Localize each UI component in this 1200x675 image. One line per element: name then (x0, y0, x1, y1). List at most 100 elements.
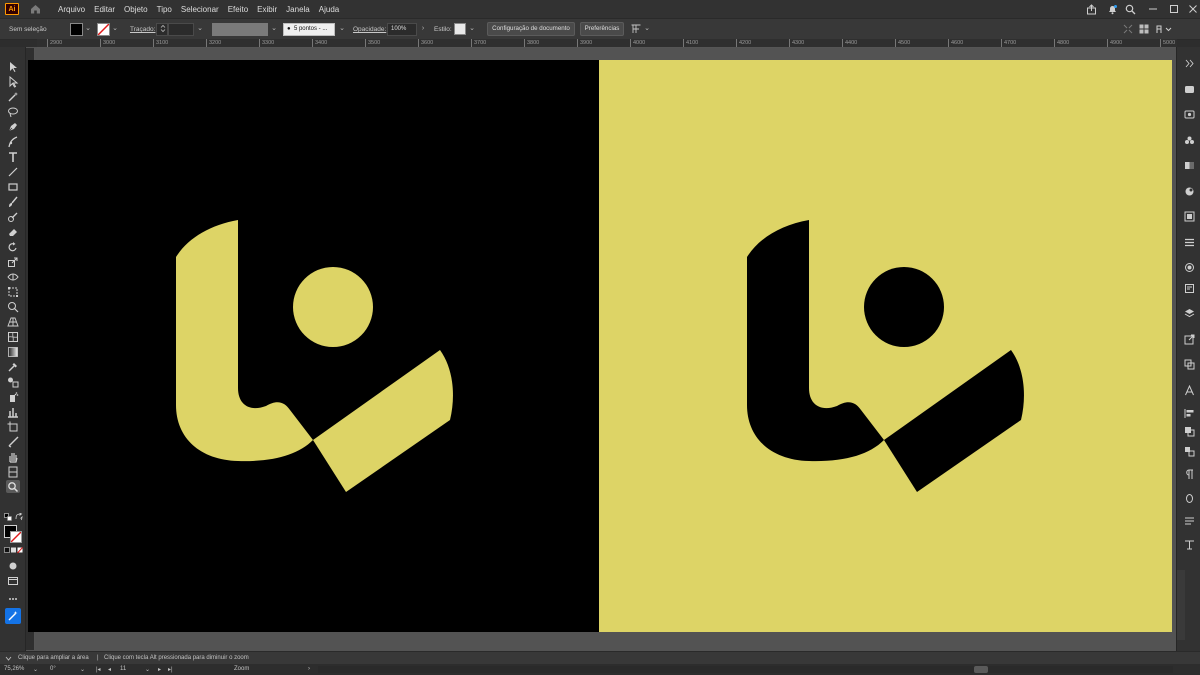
transparency-panel-icon[interactable] (1183, 261, 1195, 273)
stroke-weight-chevron-down-icon[interactable]: ⌄ (196, 24, 204, 34)
color-mode-icons[interactable] (4, 547, 24, 554)
artboard-chevron-down-icon[interactable]: ⌄ (145, 666, 150, 673)
vertical-scrollbar[interactable] (1177, 570, 1185, 640)
horizontal-scrollbar[interactable] (318, 666, 1173, 673)
fill-swatch[interactable] (70, 23, 83, 36)
magic-wand-tool-icon[interactable] (6, 90, 20, 103)
variable-width-profile[interactable] (212, 23, 268, 36)
menu-editar[interactable]: Editar (94, 5, 115, 14)
scale-tool-icon[interactable] (6, 255, 20, 268)
curvature-tool-icon[interactable] (6, 135, 20, 148)
stroke-panel-icon[interactable] (1183, 236, 1195, 248)
minimize-icon[interactable] (1146, 2, 1160, 16)
preferences-button[interactable]: Preferências (580, 22, 624, 36)
edit-toolbar-icon[interactable] (6, 592, 20, 605)
gradient-panel-icon[interactable] (1183, 159, 1195, 171)
stroke-chevron-down-icon[interactable]: ⌄ (111, 24, 119, 34)
mesh-tool-icon[interactable] (6, 330, 20, 343)
profile-chevron-down-icon[interactable]: ⌄ (270, 24, 278, 34)
line-segment-tool-icon[interactable] (6, 165, 20, 178)
arrange-chevron-down-icon[interactable]: ⌄ (643, 24, 651, 34)
export-panel-icon[interactable] (1183, 333, 1195, 345)
horizontal-scroll-thumb[interactable] (974, 666, 988, 673)
selection-tool-icon[interactable] (6, 60, 20, 73)
opentype-panel-icon[interactable] (1183, 492, 1195, 504)
toolbar-grip[interactable] (2, 41, 24, 45)
style-chevron-down-icon[interactable]: ⌄ (468, 24, 476, 34)
menu-arquivo[interactable]: Arquivo (58, 5, 85, 14)
stroke-weight-stepper[interactable] (156, 23, 168, 36)
workspace-switcher-icon[interactable] (1156, 24, 1174, 35)
menu-objeto[interactable]: Objeto (124, 5, 148, 14)
first-artboard-icon[interactable]: |◂ (96, 666, 101, 673)
horizontal-ruler[interactable]: 2900 3000 3100 3200 3300 3400 3500 3600 … (37, 39, 1177, 48)
menu-selecionar[interactable]: Selecionar (181, 5, 219, 14)
stroke-label[interactable]: Traçado: (130, 26, 155, 33)
default-colors-icon[interactable] (4, 513, 12, 521)
gradient-tool-icon[interactable] (6, 345, 20, 358)
swap-colors-icon[interactable] (15, 512, 23, 521)
rotation-chevron-down-icon[interactable]: ⌄ (80, 666, 85, 673)
opacity-label[interactable]: Opacidade: (353, 26, 386, 33)
rotation-value[interactable]: 0° (50, 666, 56, 672)
notification-bell-icon[interactable] (1105, 2, 1119, 16)
collapse-panels-icon[interactable] (1183, 57, 1195, 69)
zoom-chevron-down-icon[interactable]: ⌄ (33, 666, 38, 673)
column-graph-tool-icon[interactable] (6, 405, 20, 418)
slice-tool-icon[interactable] (6, 435, 20, 448)
workspace-grid-icon[interactable] (1139, 24, 1150, 35)
zoom-tool-icon[interactable] (6, 480, 20, 493)
character-styles-panel-icon[interactable] (1183, 538, 1195, 550)
paragraph-styles-panel-icon[interactable] (1183, 515, 1195, 527)
layers-panel-icon[interactable] (1183, 307, 1195, 319)
opacity-field[interactable]: 100% (387, 23, 417, 36)
artboard-number[interactable]: 11 (120, 666, 126, 672)
shape-builder-tool-icon[interactable] (6, 300, 20, 313)
perspective-grid-tool-icon[interactable] (6, 315, 20, 328)
draw-mode-icon[interactable] (6, 559, 20, 572)
hint-chevron-icon[interactable] (5, 655, 12, 662)
artboard-dark[interactable] (28, 60, 599, 632)
eyedropper-tool-icon[interactable] (6, 360, 20, 373)
next-artboard-icon[interactable]: ▸ (158, 666, 161, 673)
direct-selection-tool-icon[interactable] (6, 75, 20, 88)
share-icon[interactable] (1084, 2, 1098, 16)
paintbrush-tool-icon[interactable] (6, 195, 20, 208)
artboards-panel-icon[interactable] (1183, 358, 1195, 370)
brush-chevron-down-icon[interactable]: ⌄ (338, 24, 346, 34)
symbols-panel-icon[interactable] (1183, 134, 1195, 146)
symbol-sprayer-tool-icon[interactable] (6, 390, 20, 403)
menu-ajuda[interactable]: Ajuda (319, 5, 339, 14)
rotate-tool-icon[interactable] (6, 240, 20, 253)
width-tool-icon[interactable] (6, 270, 20, 283)
home-icon[interactable] (28, 2, 42, 16)
artboard-light[interactable] (599, 60, 1172, 632)
document-setup-button[interactable]: Configuração de documento (487, 22, 575, 36)
menu-exibir[interactable]: Exibir (257, 5, 277, 14)
rectangle-tool-icon[interactable] (6, 180, 20, 193)
artboard-tool-icon[interactable] (6, 420, 20, 433)
shaper-tool-icon[interactable] (6, 210, 20, 223)
print-tiling-tool-icon[interactable] (6, 465, 20, 478)
pen-tool-icon[interactable] (6, 120, 20, 133)
status-menu-chevron-icon[interactable]: › (308, 666, 310, 672)
last-artboard-icon[interactable]: ▸| (168, 666, 173, 673)
align-panel-icon[interactable] (1183, 407, 1195, 419)
menu-efeito[interactable]: Efeito (228, 5, 248, 14)
maximize-icon[interactable] (1167, 2, 1181, 16)
free-transform-tool-icon[interactable] (6, 285, 20, 298)
menu-tipo[interactable]: Tipo (157, 5, 172, 14)
stroke-swatch[interactable] (97, 23, 110, 36)
zoom-level[interactable]: 75,26% (4, 666, 24, 672)
generative-recolor-icon[interactable] (5, 608, 21, 624)
stroke-weight-field[interactable] (168, 23, 194, 36)
panel-grid-icon[interactable] (1123, 24, 1134, 35)
graphic-style-swatch[interactable] (454, 23, 466, 35)
libraries-panel-icon[interactable] (1183, 83, 1195, 95)
search-icon[interactable] (1123, 2, 1137, 16)
arrange-documents-icon[interactable] (631, 24, 641, 34)
opacity-chevron-right-icon[interactable]: › (419, 24, 427, 34)
menu-janela[interactable]: Janela (286, 5, 310, 14)
type-tool-icon[interactable] (6, 150, 20, 163)
pathfinder-panel-icon[interactable] (1183, 425, 1195, 437)
